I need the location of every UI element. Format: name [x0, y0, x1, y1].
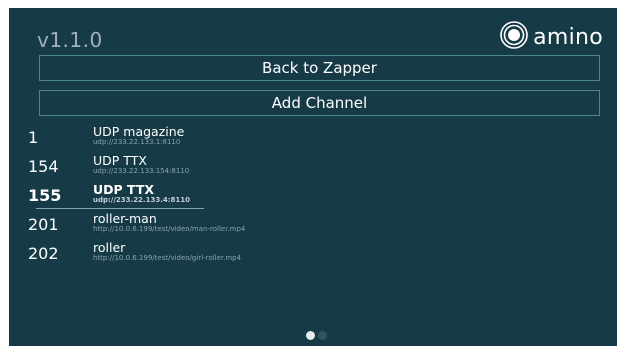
channel-row[interactable]: 154 UDP TTX udp://233.22.133.154:8110: [9, 151, 617, 180]
app-screen: v1.1.0 amino Back to Zapper Add Channel …: [9, 8, 617, 346]
channel-name: UDP TTX: [93, 153, 147, 168]
channel-number: 201: [28, 215, 59, 234]
page-dot[interactable]: [318, 331, 327, 340]
channel-row[interactable]: 1 UDP magazine udp://233.22.133.1:8110: [9, 122, 617, 151]
channel-url: udp://233.22.133.4:8110: [93, 196, 191, 204]
add-channel-button[interactable]: Add Channel: [39, 90, 600, 116]
brand-logo: amino: [499, 21, 603, 50]
channel-row-selected[interactable]: 155 UDP TTX udp://233.22.133.4:8110: [9, 180, 617, 209]
brand-name: amino: [533, 24, 603, 50]
channel-row[interactable]: 202 roller http://10.0.6.199/test/video/…: [9, 238, 617, 267]
channel-number: 154: [28, 157, 59, 176]
channel-name: roller-man: [93, 211, 157, 226]
channel-row[interactable]: 201 roller-man http://10.0.6.199/test/vi…: [9, 209, 617, 238]
channel-url: udp://233.22.133.1:8110: [93, 138, 181, 146]
page-indicator: [306, 331, 327, 340]
amino-logo-icon: [499, 20, 529, 54]
channel-url: http://10.0.6.199/test/video/girl-roller…: [93, 254, 242, 262]
channel-list: 1 UDP magazine udp://233.22.133.1:8110 1…: [9, 122, 617, 267]
channel-name: UDP TTX: [93, 182, 155, 197]
channel-number: 202: [28, 244, 59, 263]
version-label: v1.1.0: [37, 28, 103, 52]
channel-name: roller: [93, 240, 126, 255]
back-to-zapper-button[interactable]: Back to Zapper: [39, 55, 600, 81]
channel-name: UDP magazine: [93, 124, 185, 139]
page-dot-active[interactable]: [306, 331, 315, 340]
channel-url: udp://233.22.133.154:8110: [93, 167, 190, 175]
channel-number: 1: [28, 128, 39, 147]
channel-url: http://10.0.6.199/test/video/man-roller.…: [93, 225, 246, 233]
channel-number: 155: [28, 186, 62, 205]
